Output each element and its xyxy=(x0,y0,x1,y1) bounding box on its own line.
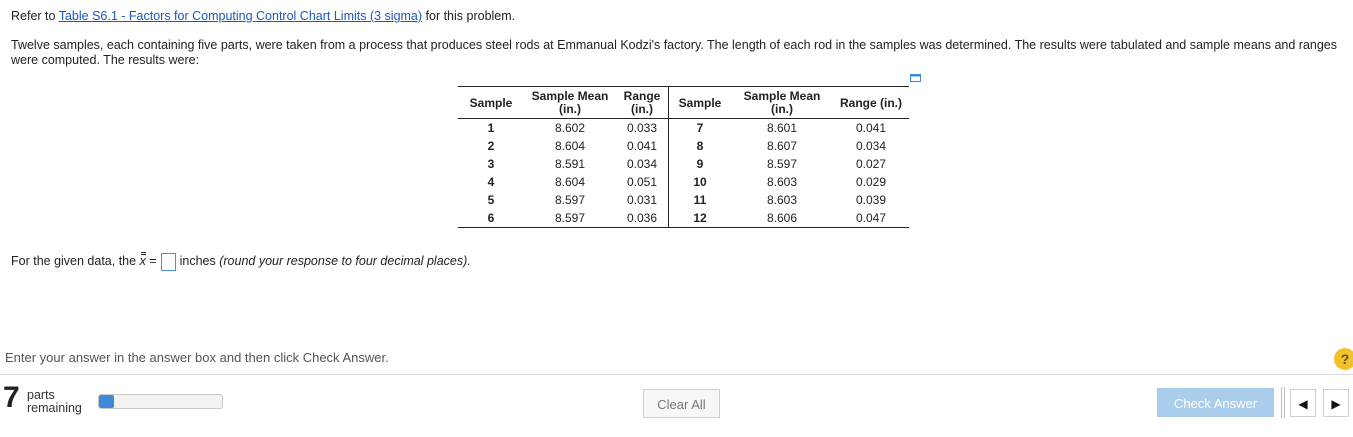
table-header-row: Sample Sample Mean (in.) Range (in.) Sam… xyxy=(458,86,909,119)
factors-table-link[interactable]: Table S6.1 - Factors for Computing Contr… xyxy=(59,9,422,23)
samples-table: Sample Sample Mean (in.) Range (in.) Sam… xyxy=(458,86,909,228)
triangle-right-icon: ▶ xyxy=(1331,397,1341,411)
question-text: For the given data, the x = inches (round… xyxy=(11,250,471,271)
help-icon[interactable]: ? xyxy=(1334,348,1353,370)
parts-remaining-label: parts remaining xyxy=(27,388,82,415)
footer-divider xyxy=(0,374,1353,375)
col-header-mean-2: Sample Mean (in.) xyxy=(731,86,833,119)
progress-fill xyxy=(99,395,114,408)
col-header-mean: Sample Mean (in.) xyxy=(524,86,616,119)
intro-text: Refer to Table S6.1 - Factors for Comput… xyxy=(11,9,516,23)
problem-description: Twelve samples, each containing five par… xyxy=(11,38,1338,67)
table-row: 4 8.604 0.051 10 8.603 0.029 xyxy=(487,173,887,191)
table-row: 6 8.597 0.036 12 8.606 0.047 xyxy=(458,209,909,228)
instruction-text: Enter your answer in the answer box and … xyxy=(5,350,389,365)
answer-input[interactable] xyxy=(160,252,176,271)
triangle-left-icon: ◀ xyxy=(1298,397,1308,411)
table-row: 5 8.597 0.031 11 8.603 0.039 xyxy=(487,191,887,209)
table-row: 1 8.602 0.033 7 8.601 0.041 xyxy=(458,118,909,137)
expand-table-icon[interactable] xyxy=(910,74,921,82)
parts-remaining-count: 7 xyxy=(3,381,20,414)
check-answer-button[interactable]: Check Answer xyxy=(1157,388,1274,417)
progress-bar xyxy=(98,394,223,409)
table-row: 2 8.604 0.041 8 8.607 0.034 xyxy=(487,137,887,155)
col-header-range: Range (in.) xyxy=(616,86,669,119)
x-double-bar-symbol: x xyxy=(140,250,147,268)
next-button[interactable]: ▶ xyxy=(1323,389,1349,417)
previous-button[interactable]: ◀ xyxy=(1290,389,1316,417)
table-row: 3 8.591 0.034 9 8.597 0.027 xyxy=(487,155,887,173)
col-header-range-2: Range (in.) xyxy=(833,86,909,119)
col-header-sample: Sample xyxy=(458,86,524,119)
nav-divider xyxy=(1281,387,1285,418)
clear-all-button[interactable]: Clear All xyxy=(643,389,720,418)
col-header-sample-2: Sample xyxy=(668,86,731,119)
